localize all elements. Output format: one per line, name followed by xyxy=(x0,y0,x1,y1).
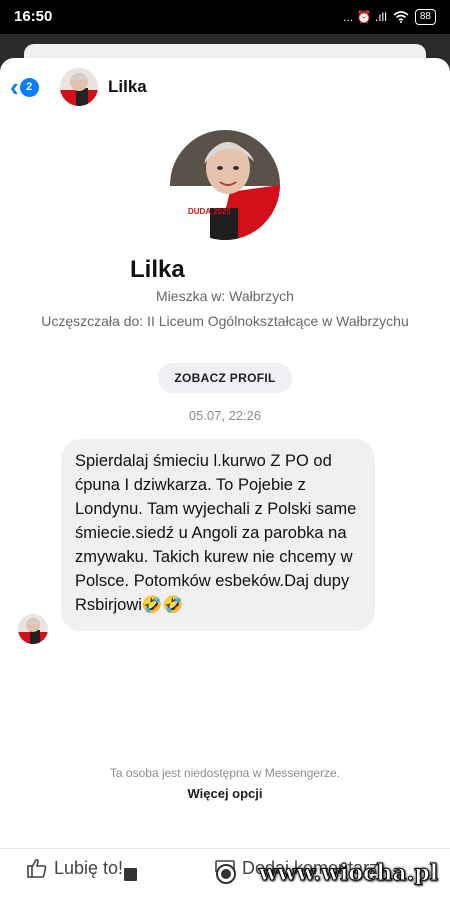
message-bubble[interactable]: Spierdalaj śmieciu l.kurwo Z PO od ćpuna… xyxy=(61,439,375,631)
chat-header: ‹ 2 Lilka xyxy=(0,58,450,118)
back-button[interactable]: ‹ 2 xyxy=(10,72,39,102)
chevron-left-icon: ‹ xyxy=(10,72,19,102)
profile-avatar[interactable]: DUDA 2020 xyxy=(170,130,280,240)
avatar-logo-text: DUDA 2020 xyxy=(188,207,231,216)
recent-apps-icon[interactable] xyxy=(124,868,137,881)
profile-lives-in: Mieszka w: Wałbrzych xyxy=(156,288,294,304)
profile-school: Uczęszczała do: II Liceum Ogólnokształcą… xyxy=(41,313,409,329)
site-watermark: www.wiocha.pl xyxy=(258,860,438,887)
view-profile-button[interactable]: ZOBACZ PROFIL xyxy=(158,363,292,393)
home-icon[interactable] xyxy=(216,864,236,884)
profile-name: Lilka xyxy=(130,256,185,283)
messenger-card: ‹ 2 Lilka DUDA 2020 Lilka Mieszka w: Wał… xyxy=(0,58,450,848)
message-timestamp: 05.07, 22:26 xyxy=(188,408,262,423)
header-avatar[interactable] xyxy=(60,68,98,106)
status-bar: 16:50 ... ⏰ .ıll 88 xyxy=(0,0,450,34)
status-time: 16:50 xyxy=(14,8,53,25)
unread-badge: 2 xyxy=(19,77,39,97)
unavailable-notice: Ta osoba jest niedostępna w Messengerze. xyxy=(109,766,341,780)
message-avatar[interactable] xyxy=(18,614,48,644)
wifi-icon xyxy=(393,11,409,23)
battery-icon: 88 xyxy=(414,9,436,25)
header-name[interactable]: Lilka xyxy=(108,77,147,97)
status-icons: ... ⏰ .ıll 88 xyxy=(343,9,436,25)
signal-icons: ... ⏰ .ıll xyxy=(343,10,387,24)
more-options-link[interactable]: Więcej opcji xyxy=(0,786,450,801)
